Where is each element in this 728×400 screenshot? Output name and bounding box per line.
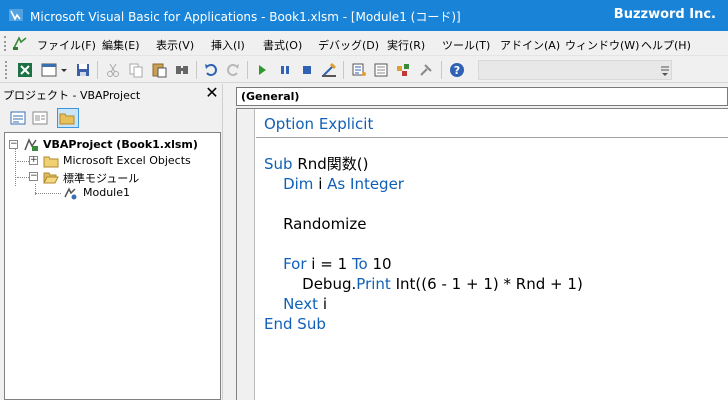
paste-icon[interactable]	[150, 61, 168, 79]
properties-window-icon[interactable]	[372, 61, 390, 79]
pane-splitter[interactable]	[222, 84, 230, 400]
menu-run[interactable]: 実行(R)	[387, 37, 425, 53]
menu-bar: ファイル(F) 編集(E) 表示(V) 挿入(I) 書式(O) デバッグ(D) …	[0, 31, 728, 56]
excel-view-icon[interactable]	[12, 35, 28, 51]
tree-node-excel-objects[interactable]: + Microsoft Excel Objects	[29, 153, 219, 169]
tree-node-module1[interactable]: Module1	[61, 185, 211, 201]
toggle-folders-icon[interactable]	[57, 108, 79, 128]
toolbox-icon[interactable]	[417, 61, 435, 79]
cut-icon[interactable]	[104, 61, 122, 79]
toolbar-separator	[441, 61, 442, 79]
vbaproject-icon	[23, 137, 39, 153]
code-line[interactable]: End Sub	[264, 314, 583, 334]
design-mode-icon[interactable]	[320, 61, 338, 79]
object-combo-value: (General)	[241, 90, 300, 103]
code-window-header: (General)	[230, 84, 728, 108]
stop-icon[interactable]	[298, 61, 316, 79]
project-pane-header: プロジェクト - VBAProject ✕	[0, 84, 222, 104]
code-line[interactable]: Debug.Print Int((6 - 1 + 1) * Rnd + 1)	[264, 274, 583, 294]
toolbar-options-icon[interactable]	[660, 64, 670, 78]
find-icon[interactable]	[173, 61, 191, 79]
open-folder-icon	[43, 169, 59, 185]
toolbar-separator	[247, 61, 248, 79]
code-line[interactable]	[264, 234, 583, 254]
tree-node-standard-modules[interactable]: − 標準モジュール	[29, 169, 219, 185]
menubar-grip[interactable]	[4, 36, 7, 51]
tree-label: Microsoft Excel Objects	[63, 154, 191, 167]
code-line[interactable]: For i = 1 To 10	[264, 254, 583, 274]
collapse-icon[interactable]: −	[9, 140, 18, 149]
vba-app-icon[interactable]	[8, 7, 24, 23]
code-line[interactable]	[264, 134, 583, 154]
svg-text:?: ?	[454, 64, 460, 77]
object-browser-icon[interactable]	[394, 61, 412, 79]
tree-connector	[15, 148, 16, 186]
cursor-position-box	[478, 60, 672, 80]
toolbar-separator	[343, 61, 344, 79]
tree-connector	[35, 193, 61, 194]
close-icon[interactable]: ✕	[203, 84, 221, 102]
tree-label: Module1	[83, 186, 130, 199]
folder-icon	[43, 153, 59, 169]
menu-debug[interactable]: デバッグ(D)	[318, 37, 379, 53]
tree-label: VBAProject (Book1.xlsm)	[43, 138, 198, 151]
tree-node-vbaproject[interactable]: − VBAProject (Book1.xlsm)	[9, 137, 219, 153]
window-title: Microsoft Visual Basic for Applications …	[30, 10, 461, 24]
undo-icon[interactable]	[202, 61, 220, 79]
collapse-icon[interactable]: −	[29, 172, 38, 181]
project-explorer-icon[interactable]	[350, 61, 368, 79]
save-icon[interactable]	[74, 61, 92, 79]
code-line[interactable]: Next i	[264, 294, 583, 314]
view-code-icon[interactable]	[9, 109, 27, 127]
tree-label: 標準モジュール	[63, 172, 140, 185]
brand-label: Buzzword Inc.	[613, 7, 716, 22]
insert-userform-icon[interactable]	[40, 61, 68, 79]
menu-window[interactable]: ウィンドウ(W)	[565, 37, 639, 53]
code-line[interactable]	[264, 194, 583, 214]
expand-icon[interactable]: +	[29, 156, 38, 165]
code-line[interactable]: Option Explicit	[264, 114, 583, 134]
help-icon[interactable]: ?	[448, 61, 466, 79]
code-editor[interactable]: Option Explicit Sub Rnd関数() Dim i As Int…	[236, 108, 728, 400]
menu-format[interactable]: 書式(O)	[263, 37, 302, 53]
code-line[interactable]: Dim i As Integer	[264, 174, 583, 194]
standard-toolbar: ?	[0, 57, 728, 83]
copy-icon[interactable]	[127, 61, 145, 79]
code-line[interactable]: Randomize	[264, 214, 583, 234]
module-icon	[63, 185, 79, 201]
toolbar-separator	[196, 61, 197, 79]
menu-insert[interactable]: 挿入(I)	[211, 37, 245, 53]
title-bar: Microsoft Visual Basic for Applications …	[0, 0, 728, 31]
code-margin[interactable]	[237, 109, 255, 400]
menu-help[interactable]: ヘルプ(H)	[641, 37, 691, 53]
object-combo[interactable]: (General)	[236, 87, 728, 106]
redo-icon[interactable]	[224, 61, 242, 79]
project-pane-title: プロジェクト - VBAProject	[3, 89, 141, 102]
menu-addins[interactable]: アドイン(A)	[500, 37, 560, 53]
menu-file[interactable]: ファイル(F)	[37, 37, 96, 53]
project-pane-toolbar	[0, 104, 222, 132]
view-excel-icon[interactable]	[16, 61, 34, 79]
menu-edit[interactable]: 編集(E)	[102, 37, 140, 53]
toolbar-separator	[97, 61, 98, 79]
menu-view[interactable]: 表示(V)	[156, 37, 194, 53]
toolbar-grip[interactable]	[5, 61, 7, 79]
project-tree: − VBAProject (Book1.xlsm) + Microsoft Ex…	[4, 132, 221, 400]
menu-tools[interactable]: ツール(T)	[442, 37, 490, 53]
view-object-icon[interactable]	[31, 109, 49, 127]
code-lines[interactable]: Option Explicit Sub Rnd関数() Dim i As Int…	[264, 114, 583, 334]
run-icon[interactable]	[253, 61, 271, 79]
pause-icon[interactable]	[276, 61, 294, 79]
code-line[interactable]: Sub Rnd関数()	[264, 154, 583, 174]
